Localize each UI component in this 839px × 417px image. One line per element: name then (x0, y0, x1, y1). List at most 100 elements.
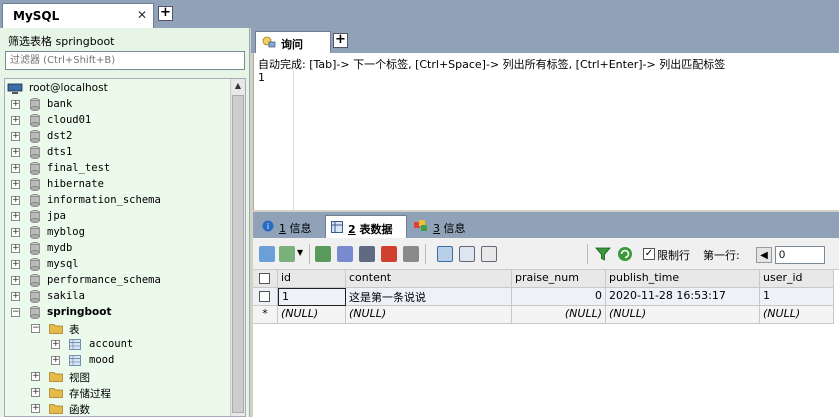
tree-db-item[interactable]: + dts1 (9, 145, 229, 161)
folder-icon (49, 372, 63, 382)
table-cell[interactable]: (NULL) (346, 306, 512, 324)
tree-db-item[interactable]: + jpa (9, 209, 229, 225)
tree-db-item[interactable]: + myblog (9, 225, 229, 241)
text-view-icon[interactable] (481, 246, 497, 262)
object-tree: root@localhost + bank + cloud01 + dst2 + dts1 + f… (4, 78, 246, 417)
tree-db-item[interactable]: + sakila (9, 289, 229, 305)
select-all-cell[interactable] (253, 270, 278, 288)
tree-db-label: jpa (47, 210, 66, 222)
expand-icon[interactable]: + (11, 132, 20, 141)
tab-table-data[interactable]: 2 表数据 (325, 215, 407, 238)
query-editor[interactable]: 自动完成: [Tab]-> 下一个标签, [Ctrl+Space]-> 列出所有… (253, 53, 839, 210)
expand-icon[interactable]: + (11, 212, 20, 221)
tree-root-label: root@localhost (29, 82, 108, 94)
table-cell[interactable]: 2020-11-28 16:53:17 (606, 288, 760, 306)
limit-rows-label: 限制行 (657, 249, 690, 262)
expand-icon[interactable]: + (11, 292, 20, 301)
form-view-icon[interactable] (459, 246, 475, 262)
tree-db-springboot[interactable]: − springboot (9, 305, 229, 321)
expand-icon[interactable]: + (31, 388, 40, 397)
expand-icon[interactable]: + (11, 164, 20, 173)
scroll-up-icon[interactable]: ▲ (231, 79, 245, 93)
query-icon (262, 36, 276, 51)
tree-db-item[interactable]: + mydb (9, 241, 229, 257)
expand-icon[interactable]: + (11, 148, 20, 157)
collapse-icon[interactable]: − (31, 324, 40, 333)
query-tab[interactable]: 询问 (255, 31, 331, 53)
save-icon[interactable] (359, 246, 375, 262)
table-cell[interactable]: 1 (760, 288, 834, 306)
tree-db-item[interactable]: + dst2 (9, 129, 229, 145)
row-checkbox[interactable] (259, 291, 270, 302)
tree-folder-functions[interactable]: + 函数 (9, 401, 229, 416)
previous-page-button[interactable]: ◀ (756, 247, 772, 263)
column-header[interactable]: id (278, 270, 346, 288)
expand-icon[interactable]: + (11, 276, 20, 285)
tree-folder-procedures[interactable]: + 存储过程 (9, 385, 229, 401)
expand-icon[interactable]: + (11, 116, 20, 125)
column-header[interactable]: content (346, 270, 512, 288)
tree-scrollbar[interactable]: ▲ (230, 79, 245, 416)
tree-table-account[interactable]: + account (9, 337, 229, 353)
expand-icon[interactable]: + (11, 100, 20, 109)
expand-icon[interactable]: + (11, 180, 20, 189)
select-all-checkbox[interactable] (259, 273, 270, 284)
tab-messages[interactable]: i 1 信息 (257, 215, 325, 238)
add-query-button[interactable]: + (333, 33, 348, 48)
tree-db-item[interactable]: + information_schema (9, 193, 229, 209)
tree-db-item[interactable]: + bank (9, 97, 229, 113)
expand-icon[interactable]: + (31, 404, 40, 413)
delete-icon[interactable] (381, 246, 397, 262)
expand-icon[interactable]: + (51, 356, 60, 365)
table-cell[interactable]: 0 (512, 288, 606, 306)
scrollbar-thumb[interactable] (232, 95, 244, 413)
tree-db-item[interactable]: + mysql (9, 257, 229, 273)
tab-number: 1 (279, 222, 286, 235)
refresh-icon[interactable] (617, 246, 633, 262)
table-cell[interactable]: (NULL) (278, 306, 346, 324)
close-icon[interactable]: ✕ (137, 8, 147, 22)
table-cell[interactable]: 1 (278, 288, 346, 306)
expand-icon[interactable]: + (11, 260, 20, 269)
limit-rows-checkbox[interactable]: ✓ (643, 248, 655, 260)
expand-icon[interactable]: + (31, 372, 40, 381)
column-header[interactable]: praise_num (512, 270, 606, 288)
table-cell[interactable]: 这是第一条说说 (346, 288, 512, 306)
connection-tab[interactable]: MySQL ✕ (2, 3, 154, 28)
add-connection-button[interactable]: + (158, 6, 173, 21)
tree-table-mood[interactable]: + mood (9, 353, 229, 369)
cancel-changes-icon[interactable] (403, 246, 419, 262)
tree-folder-label: 视图 (69, 372, 90, 384)
first-row-input[interactable] (775, 246, 825, 264)
tree-db-item[interactable]: + cloud01 (9, 113, 229, 129)
expand-icon[interactable]: + (11, 228, 20, 237)
table-cell[interactable]: (NULL) (760, 306, 834, 324)
row-select-cell[interactable] (253, 288, 278, 306)
tab-info[interactable]: 3 信息 (409, 215, 479, 238)
tree-folder-views[interactable]: + 视图 (9, 369, 229, 385)
tree-root[interactable]: root@localhost (7, 81, 227, 97)
column-header[interactable]: user_id (760, 270, 834, 288)
tree-folder-tables[interactable]: − 表 (9, 321, 229, 337)
grid-view-icon[interactable] (437, 246, 453, 262)
table-cell[interactable]: (NULL) (512, 306, 606, 324)
tree-db-item[interactable]: + performance_schema (9, 273, 229, 289)
import-icon[interactable] (279, 246, 295, 262)
filter-icon[interactable] (595, 246, 611, 262)
duplicate-row-icon[interactable] (337, 246, 353, 262)
expand-icon[interactable]: + (11, 244, 20, 253)
add-row-icon[interactable] (315, 246, 331, 262)
tree-db-item[interactable]: + final_test (9, 161, 229, 177)
export-icon[interactable] (259, 246, 275, 262)
tree-db-item[interactable]: + hibernate (9, 177, 229, 193)
column-header[interactable]: publish_time (606, 270, 760, 288)
table-cell[interactable]: (NULL) (606, 306, 760, 324)
line-number: 1 (258, 71, 265, 84)
expand-icon[interactable]: + (11, 196, 20, 205)
collapse-icon[interactable]: − (11, 308, 20, 317)
database-icon (30, 178, 40, 191)
expand-icon[interactable]: + (51, 340, 60, 349)
filter-input[interactable] (5, 51, 245, 70)
chevron-down-icon[interactable]: ▼ (297, 248, 303, 257)
tree-db-label: sakila (47, 290, 85, 302)
